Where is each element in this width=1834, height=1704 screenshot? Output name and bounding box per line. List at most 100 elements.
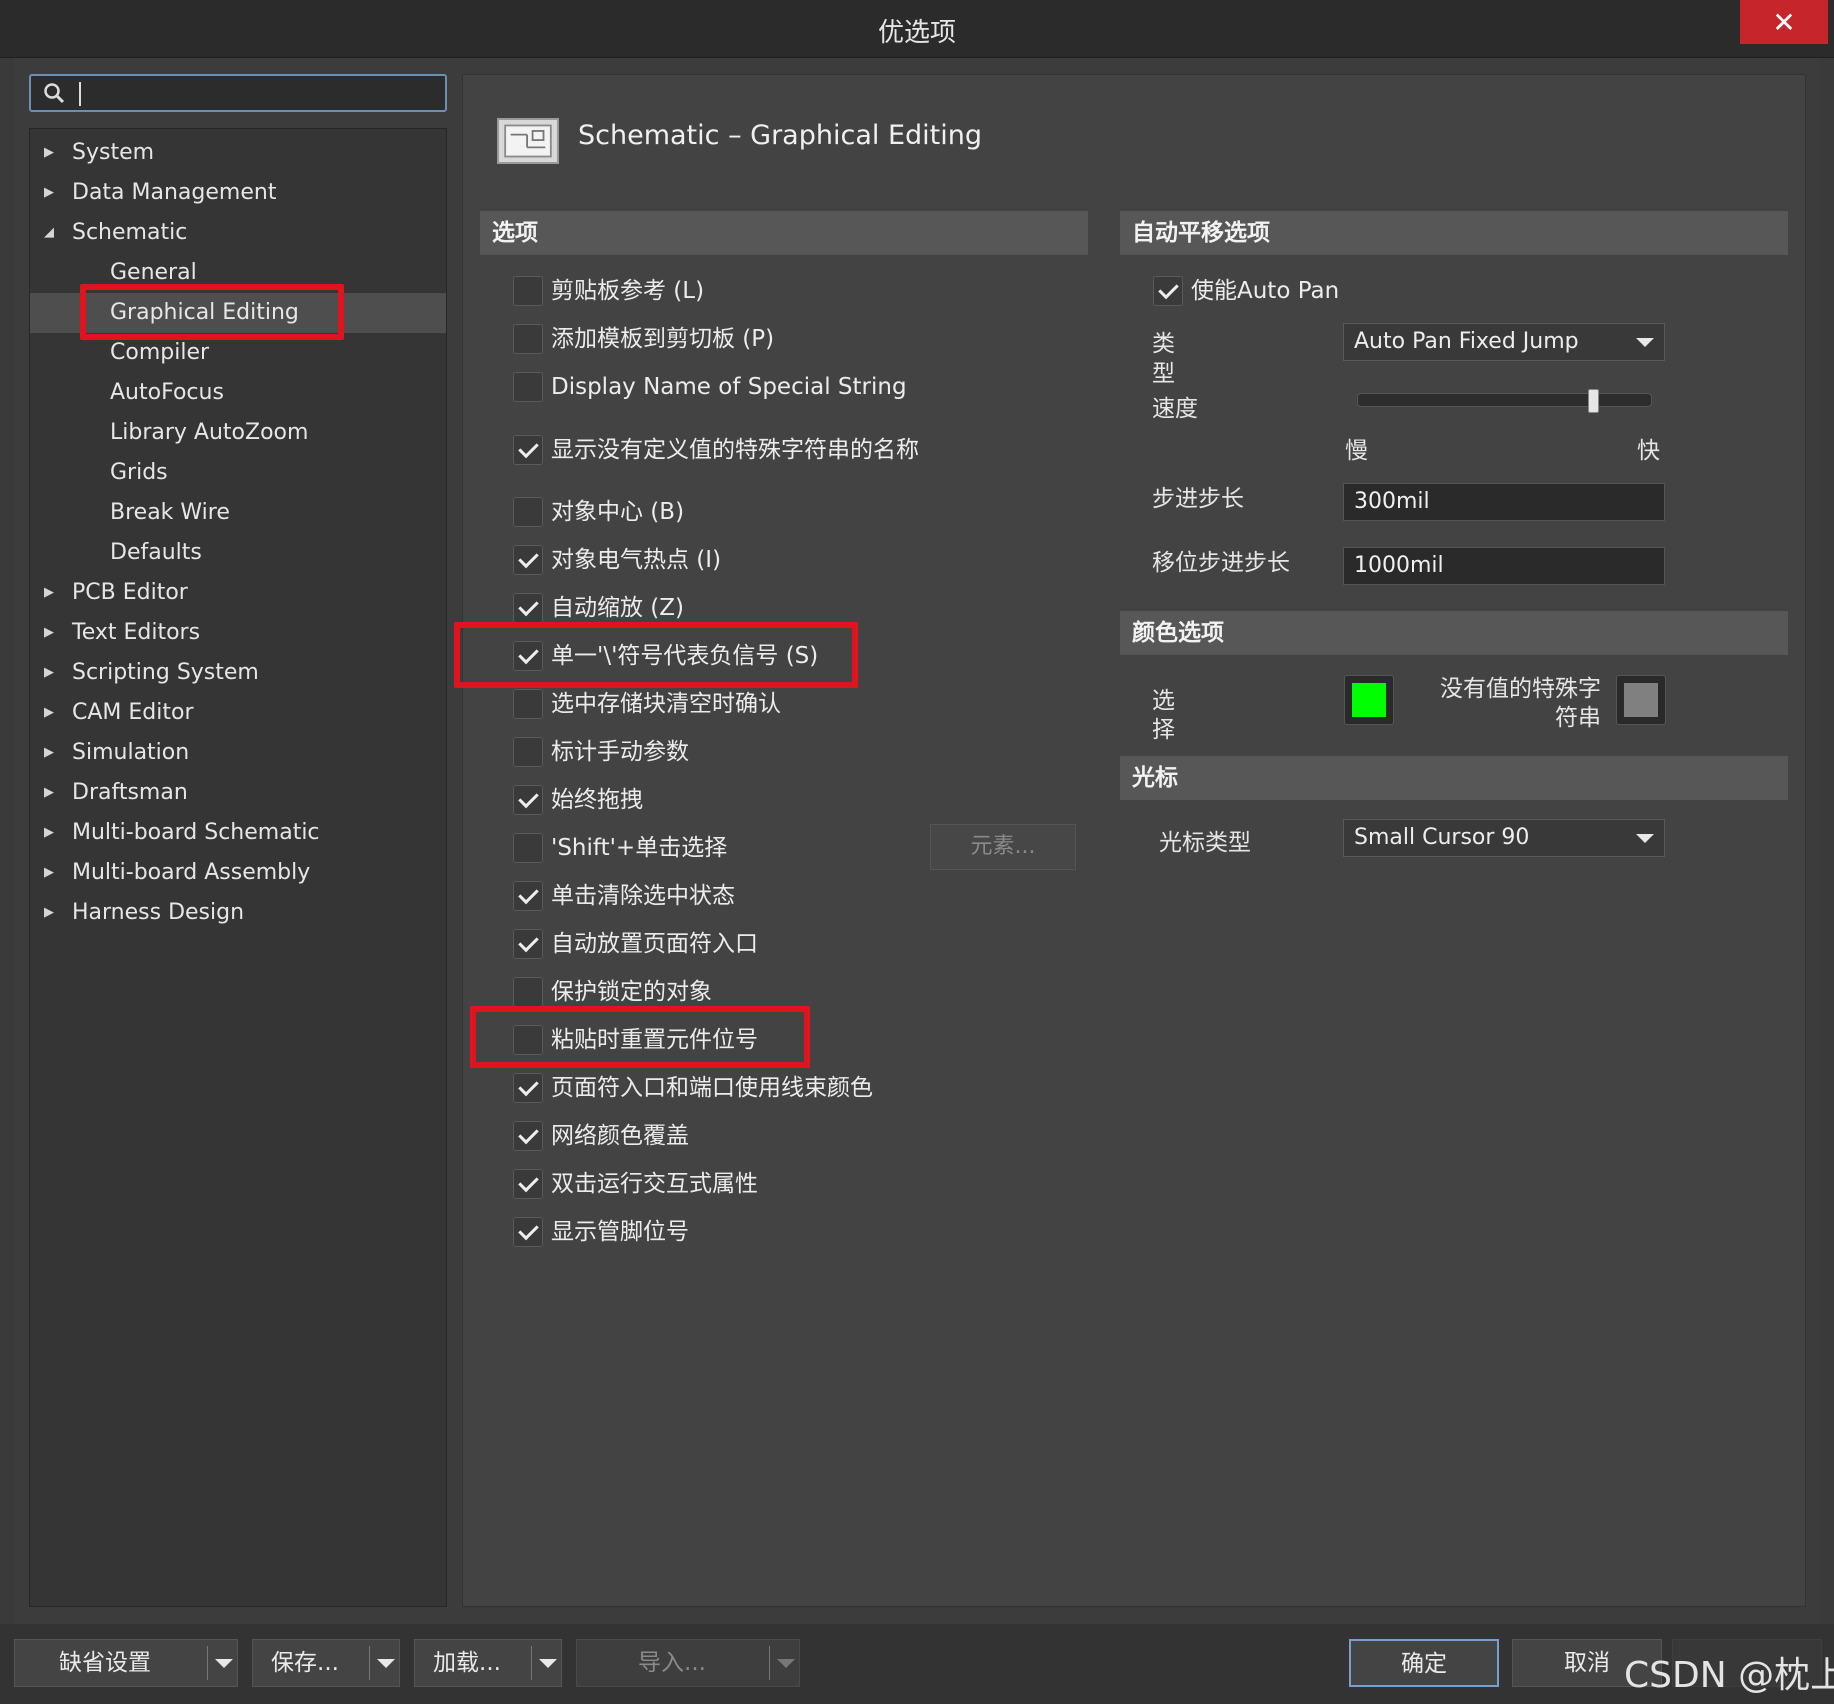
nonvalue-color-fill [1624, 683, 1658, 717]
checkbox[interactable] [513, 593, 543, 623]
tree-item-autofocus[interactable]: AutoFocus [30, 373, 446, 413]
load-button[interactable]: 加载... [415, 1640, 519, 1686]
checkbox[interactable] [513, 372, 543, 402]
ok-button[interactable]: 确定 [1349, 1639, 1499, 1687]
nonvalue-color-swatch[interactable] [1616, 675, 1666, 725]
highlight-graphical-editing [80, 284, 344, 340]
elements-button[interactable]: 元素... [930, 824, 1076, 870]
tree-item-data-management[interactable]: ▶ Data Management [30, 173, 446, 213]
checkbox[interactable] [513, 785, 543, 815]
tree-item-text-editors[interactable]: ▶ Text Editors [30, 613, 446, 653]
selection-color-fill [1352, 683, 1386, 717]
collapse-arrow-icon[interactable]: ◢ [44, 213, 58, 253]
cursor-type-label: 光标类型 [1159, 830, 1251, 856]
checkbox[interactable] [513, 929, 543, 959]
tree-item-label: Break Wire [110, 500, 230, 525]
import-split-button[interactable]: 导入... [576, 1639, 800, 1687]
autopan-type-label-2: 型 [1152, 361, 1175, 387]
load-split-button[interactable]: 加载... [414, 1639, 562, 1687]
checkbox[interactable] [513, 737, 543, 767]
expand-arrow-icon[interactable]: ▶ [44, 893, 58, 933]
checkbox[interactable] [513, 977, 543, 1007]
dropdown-arrow-icon[interactable] [777, 1659, 795, 1668]
tree-item-label: AutoFocus [110, 380, 224, 405]
checkbox[interactable] [1153, 276, 1183, 306]
tree-item-label: Grids [110, 460, 168, 485]
tree-item-cam-editor[interactable]: ▶ CAM Editor [30, 693, 446, 733]
tree-item-label: CAM Editor [72, 700, 194, 725]
dropdown-arrow-icon[interactable] [539, 1659, 557, 1668]
expand-arrow-icon[interactable]: ▶ [44, 173, 58, 213]
tree-item-label: Defaults [110, 540, 202, 565]
step-size-input[interactable]: 300mil [1343, 483, 1665, 521]
checkbox[interactable] [513, 497, 543, 527]
checkbox[interactable] [513, 689, 543, 719]
tree-item-label: System [72, 140, 155, 165]
import-button[interactable]: 导入... [577, 1640, 767, 1686]
checkbox[interactable] [513, 881, 543, 911]
tree-item-schematic[interactable]: ◢ Schematic [30, 213, 446, 253]
expand-arrow-icon[interactable]: ▶ [44, 653, 58, 693]
dropdown-arrow-icon[interactable] [215, 1659, 233, 1668]
tree-item-pcb-editor[interactable]: ▶ PCB Editor [30, 573, 446, 613]
tree-item-label: Multi-board Assembly [72, 860, 311, 885]
tree-item-multi-board-assembly[interactable]: ▶ Multi-board Assembly [30, 853, 446, 893]
tree-item-simulation[interactable]: ▶ Simulation [30, 733, 446, 773]
default-settings-split-button[interactable]: 缺省设置 [14, 1639, 238, 1687]
tree-item-scripting-system[interactable]: ▶ Scripting System [30, 653, 446, 693]
checkbox[interactable] [513, 1217, 543, 1247]
expand-arrow-icon[interactable]: ▶ [44, 853, 58, 893]
autopan-type-dropdown[interactable]: Auto Pan Fixed Jump [1343, 323, 1665, 361]
tree-item-break-wire[interactable]: Break Wire [30, 493, 446, 533]
cursor-type-dropdown[interactable]: Small Cursor 90 [1343, 819, 1665, 857]
tree-item-grids[interactable]: Grids [30, 453, 446, 493]
expand-arrow-icon[interactable]: ▶ [44, 573, 58, 613]
checkbox[interactable] [513, 276, 543, 306]
checkbox[interactable] [513, 435, 543, 465]
tree-item-label: Data Management [72, 180, 277, 205]
schematic-page-icon [497, 118, 559, 164]
preferences-tree: ▶ System ▶ Data Management ◢ Schematic G… [29, 128, 447, 1607]
checkbox[interactable] [513, 1121, 543, 1151]
default-settings-button[interactable]: 缺省设置 [15, 1640, 195, 1686]
speed-slow-label: 慢 [1345, 438, 1368, 464]
selection-color-label-1: 选 [1152, 688, 1175, 714]
nonvalue-color-label-1: 没有值的特殊字 [1440, 676, 1601, 702]
search-field[interactable] [29, 74, 447, 112]
shift-step-size-input[interactable]: 1000mil [1343, 547, 1665, 585]
save-split-button[interactable]: 保存... [252, 1639, 400, 1687]
tree-item-label: Multi-board Schematic [72, 820, 320, 845]
close-button[interactable]: ✕ [1740, 0, 1828, 44]
autopan-speed-slider-track[interactable] [1357, 393, 1652, 407]
checkbox[interactable] [513, 1169, 543, 1199]
step-size-label: 步进步长 [1152, 486, 1244, 512]
checkbox[interactable] [513, 1073, 543, 1103]
expand-arrow-icon[interactable]: ▶ [44, 613, 58, 653]
tree-item-draftsman[interactable]: ▶ Draftsman [30, 773, 446, 813]
split-separator [769, 1646, 770, 1680]
expand-arrow-icon[interactable]: ▶ [44, 693, 58, 733]
tree-item-library-autozoom[interactable]: Library AutoZoom [30, 413, 446, 453]
expand-arrow-icon[interactable]: ▶ [44, 773, 58, 813]
options-section-header: 选项 [480, 211, 1088, 255]
autopan-speed-slider-thumb[interactable] [1588, 389, 1599, 413]
checkbox[interactable] [513, 833, 543, 863]
expand-arrow-icon[interactable]: ▶ [44, 133, 58, 173]
selection-color-swatch[interactable] [1344, 675, 1394, 725]
tree-item-label: Simulation [72, 740, 190, 765]
highlight-single-backslash [454, 622, 858, 688]
autopan-section-header: 自动平移选项 [1120, 211, 1788, 255]
tree-item-defaults[interactable]: Defaults [30, 533, 446, 573]
tree-item-multi-board-schematic[interactable]: ▶ Multi-board Schematic [30, 813, 446, 853]
tree-item-label: Text Editors [72, 620, 201, 645]
checkbox[interactable] [513, 324, 543, 354]
save-button[interactable]: 保存... [253, 1640, 357, 1686]
expand-arrow-icon[interactable]: ▶ [44, 733, 58, 773]
checkbox[interactable] [513, 545, 543, 575]
dropdown-arrow-icon[interactable] [377, 1659, 395, 1668]
tree-item-harness-design[interactable]: ▶ Harness Design [30, 893, 446, 933]
cursor-section-header: 光标 [1120, 756, 1788, 800]
expand-arrow-icon[interactable]: ▶ [44, 813, 58, 853]
page-title: Schematic – Graphical Editing [578, 120, 982, 151]
tree-item-system[interactable]: ▶ System [30, 133, 446, 173]
